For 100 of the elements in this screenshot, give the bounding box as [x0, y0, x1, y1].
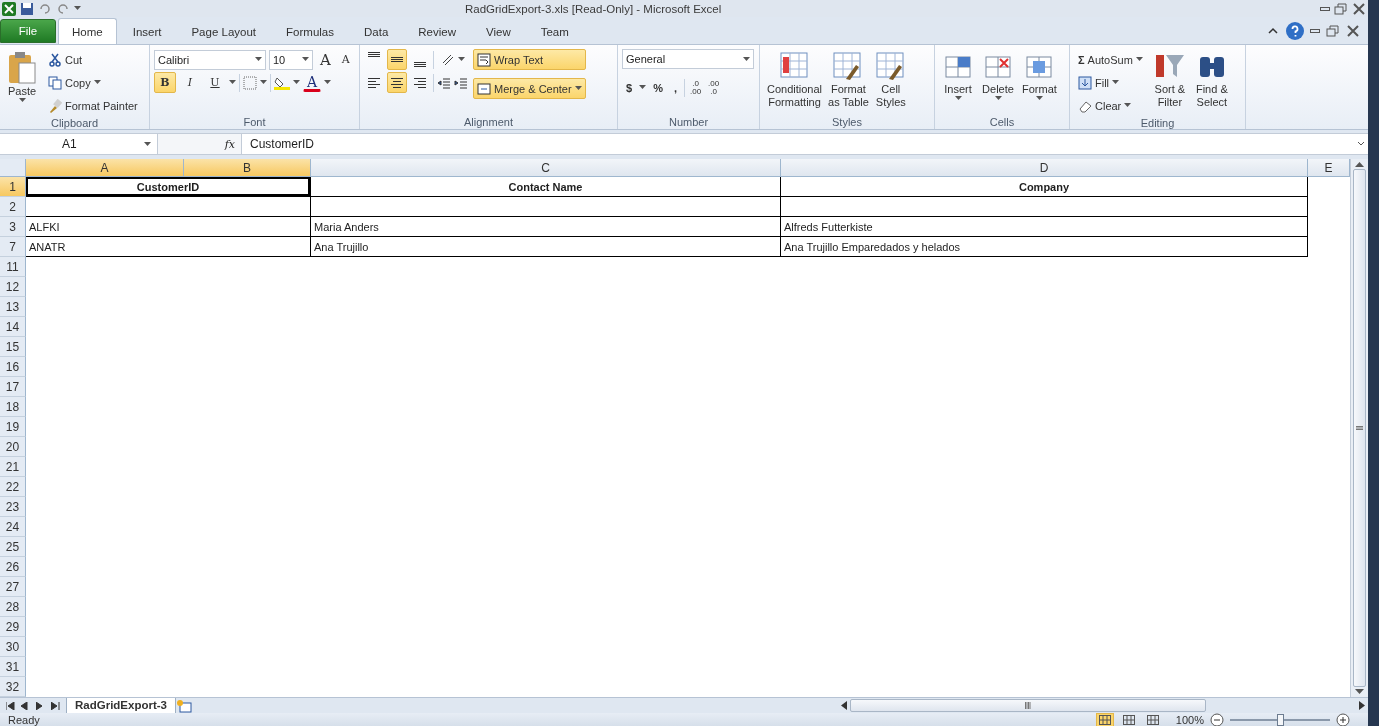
row-header[interactable]: 1 — [0, 177, 26, 197]
column-header[interactable]: D — [781, 159, 1308, 177]
comma-button[interactable]: , — [669, 77, 681, 98]
row-header[interactable]: 20 — [0, 437, 26, 457]
ribbon-tab[interactable]: Review — [404, 18, 470, 44]
cell-brush-icon — [874, 51, 907, 83]
column-header[interactable]: C — [311, 159, 781, 177]
merge-center-button[interactable]: Merge & Center — [473, 78, 586, 99]
left-arrow-icon — [841, 701, 847, 710]
undo-icon — [38, 1, 52, 16]
row-header[interactable]: 3 — [0, 217, 26, 237]
percent-button[interactable]: % — [649, 77, 667, 98]
cells-button[interactable]: Format — [1019, 49, 1060, 115]
number-format-field[interactable]: General — [622, 49, 754, 69]
underline-button[interactable]: U — [204, 72, 226, 93]
insert-function-button[interactable]: fx — [224, 137, 235, 151]
decrease-decimal-button[interactable]: .00 .0 — [706, 79, 722, 96]
ribbon-tab[interactable]: Insert — [118, 18, 176, 44]
horizontal-align-button[interactable] — [387, 72, 407, 93]
sheet-tab[interactable]: RadGridExport-3 — [66, 697, 176, 714]
ribbon-tab[interactable]: View — [472, 18, 525, 44]
redo-icon — [56, 1, 70, 16]
font-size-field[interactable]: 10 — [269, 49, 313, 70]
row-header[interactable]: 23 — [0, 497, 26, 517]
caret-icon — [144, 141, 151, 147]
cut-button[interactable]: Cut — [44, 49, 142, 70]
row-header[interactable]: 28 — [0, 597, 26, 617]
caret-icon — [229, 80, 236, 85]
editing-button[interactable]: Sort & Filter — [1150, 49, 1189, 116]
grow-font-button[interactable]: A — [316, 49, 335, 70]
file-tab[interactable]: File — [0, 19, 56, 43]
increase-decimal-button[interactable]: .0 .00 — [687, 79, 704, 96]
ribbon-tab[interactable]: Formulas — [272, 18, 348, 44]
horizontal-scrollbar[interactable] — [838, 698, 1368, 713]
row-header[interactable]: 21 — [0, 457, 26, 477]
format-painter-button[interactable]: Format Painter — [44, 95, 142, 116]
row-header[interactable]: 26 — [0, 557, 26, 577]
row-header[interactable]: 2 — [0, 197, 26, 217]
row-header[interactable]: 19 — [0, 417, 26, 437]
styles-button[interactable]: Conditional Formatting — [764, 49, 826, 115]
formula-field[interactable]: CustomerID — [242, 137, 1354, 151]
row-header[interactable]: 15 — [0, 337, 26, 357]
zoom-out-icon — [1210, 712, 1224, 726]
fill-button[interactable]: Fill — [1074, 72, 1147, 93]
vertical-align-button[interactable] — [387, 49, 407, 70]
row-header[interactable]: 14 — [0, 317, 26, 337]
shrink-font-button[interactable]: A — [337, 49, 354, 70]
row-header[interactable]: 16 — [0, 357, 26, 377]
ribbon-tab[interactable]: Page Layout — [177, 18, 271, 44]
ribbon-tab[interactable]: Team — [526, 18, 583, 44]
italic-button[interactable]: I — [179, 72, 201, 93]
styles-button[interactable]: Format as Table — [825, 49, 872, 115]
caret-icon — [574, 86, 582, 91]
table-cell: Ana Trujillo Emparedados y helados — [781, 237, 1308, 257]
font-color-button[interactable]: A — [303, 73, 322, 92]
row-header[interactable]: 7 — [0, 237, 26, 257]
group-label: Editing — [1139, 116, 1176, 129]
caret-icon — [458, 57, 465, 62]
editing-button[interactable]: Find & Select — [1192, 49, 1231, 116]
row-header[interactable]: 12 — [0, 277, 26, 297]
row-header[interactable]: 11 — [0, 257, 26, 277]
styles-button[interactable]: Cell Styles — [871, 49, 910, 115]
row-header[interactable]: 25 — [0, 537, 26, 557]
status-text: Ready — [8, 713, 40, 726]
row-header[interactable]: 22 — [0, 477, 26, 497]
row-header[interactable]: 29 — [0, 617, 26, 637]
currency-button[interactable]: $ — [622, 77, 637, 98]
ribbon-tab[interactable]: Data — [350, 18, 403, 44]
merge-cells-icon — [477, 81, 491, 96]
align-icon — [391, 57, 403, 62]
cells-button[interactable]: Insert — [939, 49, 977, 115]
cells-button[interactable]: Delete — [979, 49, 1017, 115]
autosum-button[interactable]: Σ AutoSum — [1074, 49, 1147, 70]
font-name-field[interactable]: Calibri — [154, 49, 266, 70]
group-label: Styles — [831, 115, 863, 129]
row-header[interactable]: 31 — [0, 657, 26, 677]
row-header[interactable]: 13 — [0, 297, 26, 317]
column-header[interactable]: B — [184, 159, 311, 177]
help-icon — [1286, 22, 1304, 40]
row-header[interactable]: 24 — [0, 517, 26, 537]
ribbon-tab[interactable]: Home — [58, 18, 117, 44]
zoom-level[interactable]: 100% — [1175, 713, 1204, 726]
row-header[interactable]: 18 — [0, 397, 26, 417]
paste-button[interactable]: Paste — [4, 49, 40, 116]
caret-icon — [1035, 96, 1043, 101]
new-sheet-icon — [176, 698, 192, 713]
row-header[interactable]: 32 — [0, 677, 26, 697]
column-header[interactable]: A — [26, 159, 184, 177]
row-header[interactable]: 27 — [0, 577, 26, 597]
bold-button[interactable]: B — [154, 72, 176, 93]
copy-button[interactable]: Copy — [44, 72, 142, 93]
vertical-scrollbar[interactable] — [1350, 159, 1368, 697]
align-icon — [414, 77, 426, 88]
column-header[interactable]: E — [1308, 159, 1350, 177]
row-header[interactable]: 17 — [0, 377, 26, 397]
row-header[interactable]: 30 — [0, 637, 26, 657]
caret-icon — [324, 80, 332, 85]
clear-button[interactable]: Clear — [1074, 95, 1147, 116]
zoom-thumb[interactable] — [1277, 713, 1284, 726]
wrap-text-button[interactable]: Wrap Text — [473, 49, 586, 70]
